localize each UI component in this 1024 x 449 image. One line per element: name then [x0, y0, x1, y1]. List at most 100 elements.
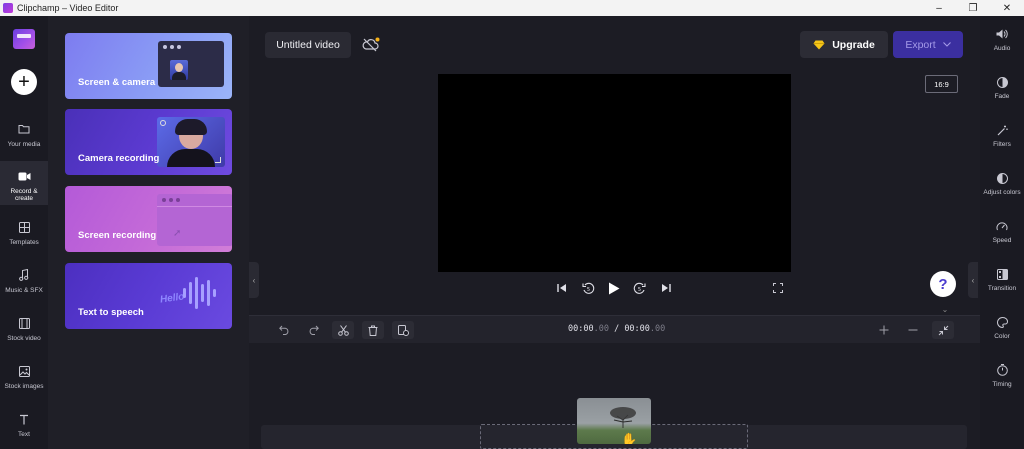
window-controls: – ❐ ✕: [922, 0, 1024, 16]
rail-item-filters[interactable]: Filters: [980, 123, 1024, 148]
fullscreen-icon[interactable]: [772, 280, 784, 296]
rail-label-filters: Filters: [993, 141, 1011, 148]
hello-decoration: Hello: [158, 291, 185, 306]
timeline-area[interactable]: ✋: [249, 343, 980, 449]
card-preview-window: [158, 41, 224, 87]
editor-main: Untitled video Upgrade Export 16:9 5 5 ?: [249, 16, 980, 449]
nav-item-text[interactable]: Text: [0, 412, 48, 442]
film-icon: [18, 316, 30, 330]
forward-5s-icon[interactable]: 5: [632, 280, 646, 296]
folder-icon: [18, 122, 30, 136]
nav-item-music-sfx[interactable]: Music & SFX: [0, 268, 48, 304]
window-title: Clipchamp – Video Editor: [17, 3, 119, 13]
card-label-camera-recording: Camera recording: [78, 153, 160, 164]
skip-back-icon[interactable]: [556, 280, 568, 296]
rail-item-transition[interactable]: Transition: [980, 267, 1024, 292]
nav-item-templates[interactable]: Templates: [0, 220, 48, 256]
nav-label-music-sfx: Music & SFX: [5, 287, 43, 294]
nav-label-templates: Templates: [9, 239, 39, 246]
music-icon: [19, 268, 29, 282]
export-button[interactable]: Export: [893, 31, 963, 58]
rail-item-speed[interactable]: Speed: [980, 219, 1024, 244]
export-label: Export: [905, 38, 936, 51]
speedometer-icon: [996, 219, 1008, 233]
aspect-ratio-button[interactable]: 16:9: [925, 75, 958, 93]
upgrade-label: Upgrade: [832, 38, 875, 51]
minimize-button[interactable]: –: [922, 0, 956, 16]
maximize-button[interactable]: ❐: [956, 0, 990, 16]
diamond-icon: [813, 40, 825, 49]
play-icon[interactable]: [607, 280, 621, 296]
card-label-text-to-speech: Text to speech: [78, 307, 144, 318]
templates-icon: [18, 220, 30, 234]
camera-icon: [18, 169, 31, 183]
fade-icon: [996, 75, 1008, 89]
collapse-panel-left-icon[interactable]: ‹: [249, 262, 259, 298]
clipchamp-app-icon: [3, 3, 13, 13]
project-title-input[interactable]: Untitled video: [265, 32, 351, 58]
card-screen-camera[interactable]: Screen & camera: [65, 33, 232, 99]
nav-item-stock-video[interactable]: Stock video: [0, 316, 48, 352]
split-scissors-icon[interactable]: [332, 321, 354, 339]
playback-controls: 5 5: [249, 280, 980, 296]
collapse-panel-right-icon[interactable]: ‹: [968, 262, 978, 298]
camera-preview-image: [157, 117, 225, 167]
time-separator: /: [608, 324, 625, 334]
card-screen-recording[interactable]: ➚ Screen recording: [65, 186, 232, 252]
timeline-toolbar: 00:00.00 / 00:00.00: [249, 315, 980, 343]
zoom-out-icon[interactable]: [902, 321, 924, 339]
rail-label-fade: Fade: [994, 93, 1010, 100]
contrast-icon: [996, 171, 1008, 185]
card-text-to-speech[interactable]: Hello Text to speech: [65, 263, 232, 329]
window-titlebar: Clipchamp – Video Editor – ❐ ✕: [0, 0, 1024, 16]
rail-label-adjust-colors: Adjust colors: [983, 189, 1021, 196]
add-media-button[interactable]: +: [11, 69, 37, 95]
nav-label-stock-video: Stock video: [7, 335, 41, 342]
person-thumbnail: [170, 60, 188, 80]
zoom-in-icon[interactable]: [873, 321, 895, 339]
rail-item-color[interactable]: Color: [980, 315, 1024, 340]
rail-label-audio: Audio: [993, 45, 1011, 52]
fit-timeline-icon[interactable]: [932, 321, 954, 339]
rail-item-fade[interactable]: Fade: [980, 75, 1024, 100]
total-time: 00:00: [624, 324, 650, 334]
right-properties-rail: Audio Fade Filters Adjust colors Speed T…: [980, 16, 1024, 449]
grab-cursor-icon: ✋: [621, 432, 638, 444]
cloud-sync-icon[interactable]: [361, 36, 381, 54]
nav-label-stock-images: Stock images: [4, 383, 44, 390]
nav-label-text: Text: [18, 431, 30, 438]
tree-icon: [610, 407, 636, 428]
left-nav-rail: + Your media Record & create Templates M…: [0, 16, 48, 449]
total-time-frac: .00: [649, 324, 666, 334]
skip-forward-icon[interactable]: [660, 280, 672, 296]
rewind-5s-icon[interactable]: 5: [581, 280, 595, 296]
dragged-media-thumbnail[interactable]: ✋: [577, 398, 651, 444]
add-media-to-timeline-icon[interactable]: [392, 321, 414, 339]
undo-icon[interactable]: [273, 321, 295, 339]
cursor-icon: ➚: [173, 228, 182, 239]
timecode-display: 00:00.00 / 00:00.00: [568, 324, 665, 334]
rail-item-timing[interactable]: Timing: [980, 363, 1024, 388]
delete-trash-icon[interactable]: [362, 321, 384, 339]
svg-text:5: 5: [637, 287, 640, 293]
transition-icon: [996, 267, 1008, 281]
clipchamp-logo[interactable]: [13, 29, 35, 49]
rail-label-speed: Speed: [992, 237, 1012, 244]
svg-text:5: 5: [586, 287, 589, 293]
rail-item-audio[interactable]: Audio: [980, 27, 1024, 52]
nav-item-your-media[interactable]: Your media: [0, 122, 48, 158]
card-label-screen-recording: Screen recording: [78, 230, 157, 241]
rail-label-transition: Transition: [987, 285, 1017, 292]
card-camera-recording[interactable]: Camera recording: [65, 109, 232, 175]
help-button[interactable]: ?: [930, 271, 956, 297]
nav-label-record-create: Record & create: [10, 188, 38, 202]
upgrade-button[interactable]: Upgrade: [800, 31, 888, 58]
nav-item-stock-images[interactable]: Stock images: [0, 364, 48, 400]
chevron-down-icon: [942, 42, 951, 47]
record-create-panel: Screen & camera Camera recording ➚ Scree…: [48, 16, 249, 449]
nav-item-record-create[interactable]: Record & create: [0, 161, 48, 205]
collapse-timeline-icon[interactable]: ⌄: [937, 305, 953, 315]
close-button[interactable]: ✕: [990, 0, 1024, 16]
rail-item-adjust-colors[interactable]: Adjust colors: [980, 171, 1024, 196]
redo-icon[interactable]: [302, 321, 324, 339]
